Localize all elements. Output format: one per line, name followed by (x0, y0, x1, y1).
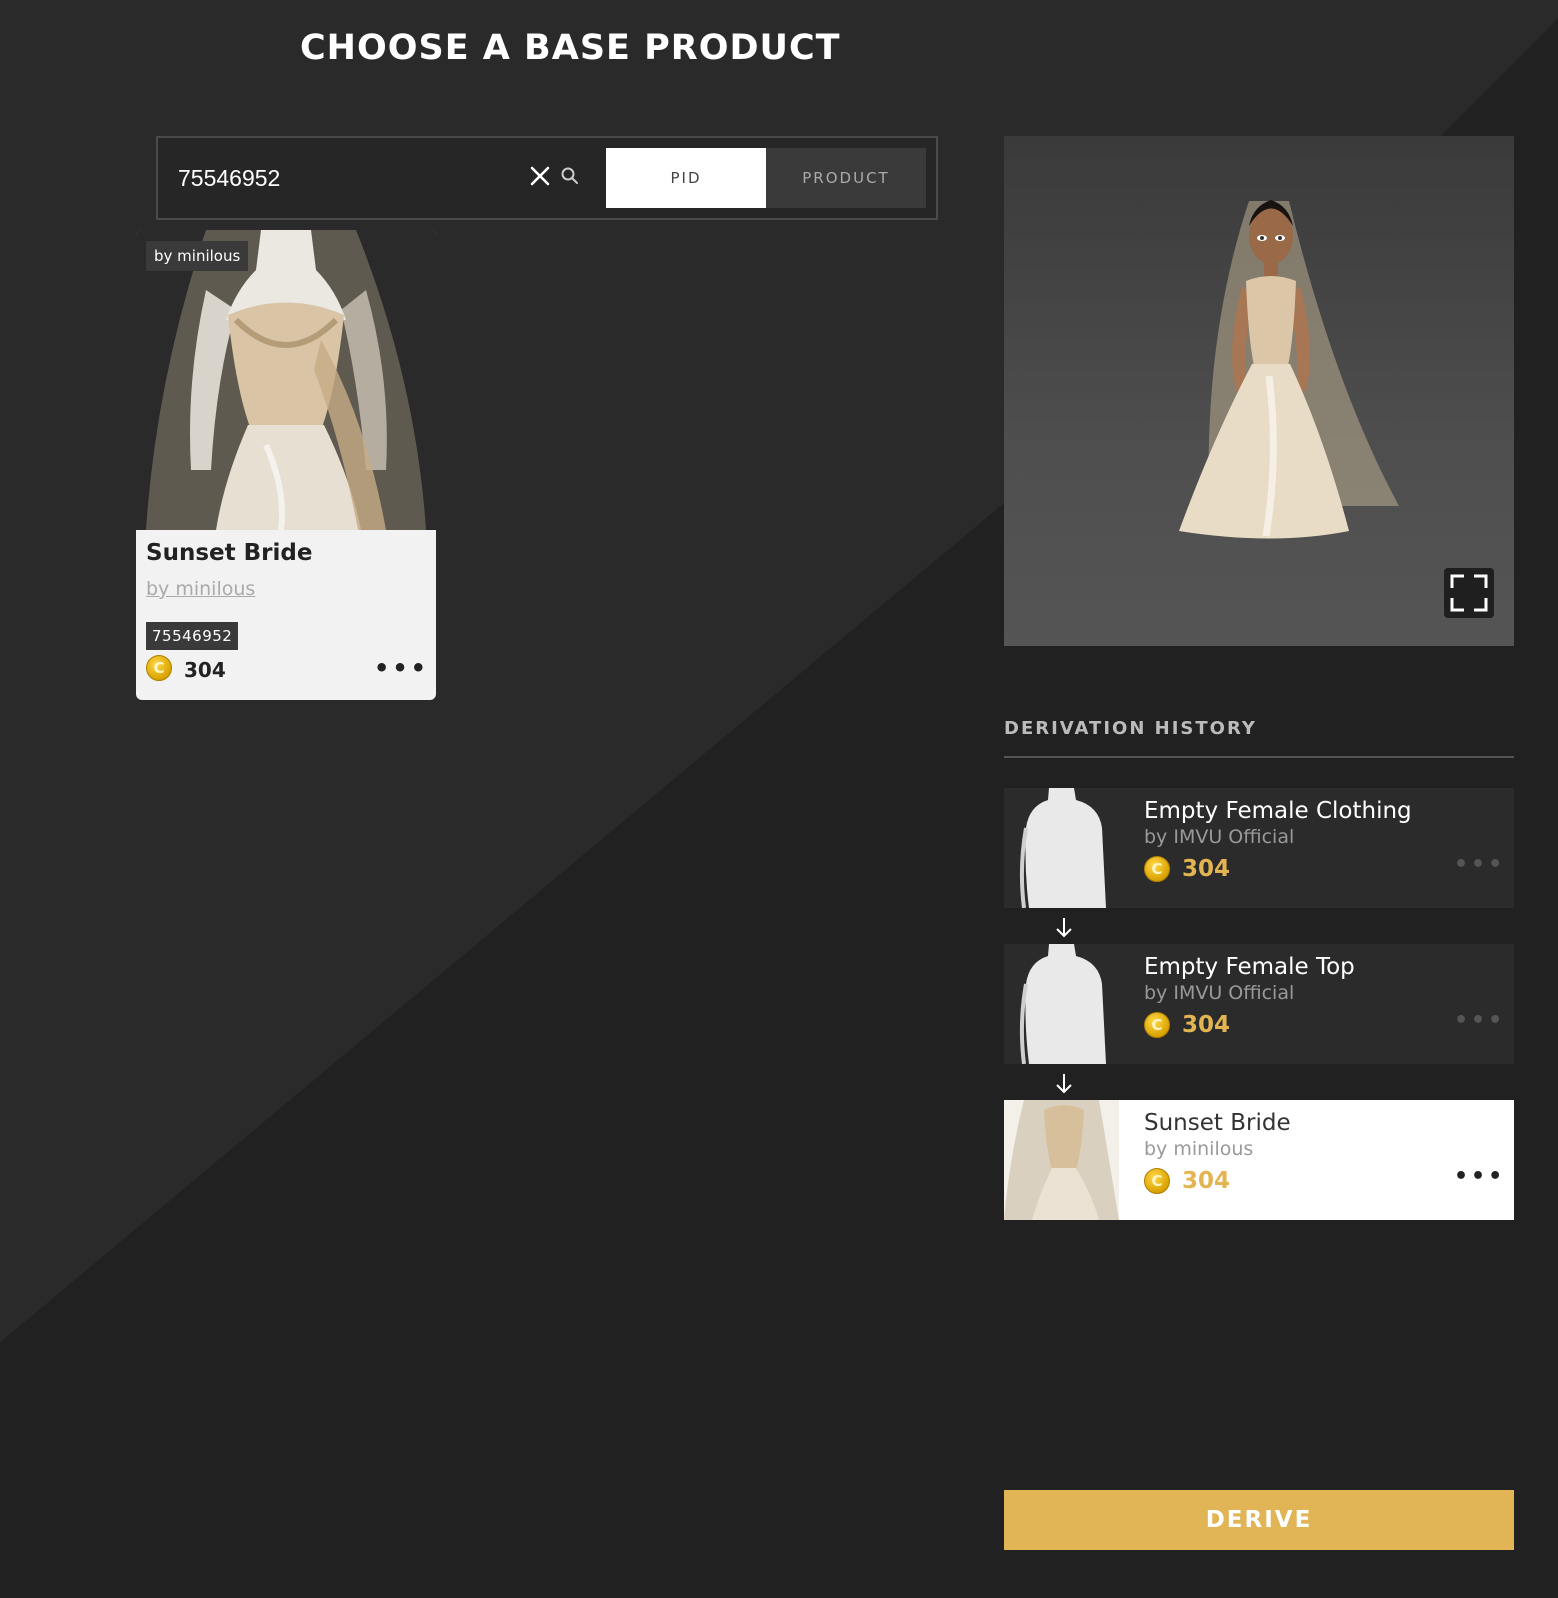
history-item-price: 304 (1182, 856, 1231, 882)
avatar-figure (1179, 200, 1399, 539)
product-pid-badge: 75546952 (146, 622, 239, 650)
credits-coin-icon: C (1144, 856, 1170, 882)
history-item-name: Empty Female Clothing (1144, 798, 1412, 824)
tab-pid[interactable]: PID (606, 148, 766, 208)
more-options-button[interactable]: ••• (1454, 852, 1505, 877)
history-item-author: by minilous (1144, 1138, 1254, 1160)
product-card[interactable]: by minilous Sunset Bride by minilous 755… (136, 230, 436, 700)
search-icon[interactable] (560, 166, 580, 186)
history-item-selected[interactable]: Sunset Bride by minilous C 304 ••• (1004, 1100, 1514, 1220)
more-options-button[interactable]: ••• (1454, 1164, 1505, 1189)
product-author-link[interactable]: by minilous (146, 578, 255, 600)
history-item-thumbnail (1004, 1100, 1119, 1220)
history-item-thumbnail (1004, 788, 1119, 908)
divider (1004, 756, 1514, 758)
history-item-price: 304 (1182, 1168, 1231, 1194)
more-options-button[interactable]: ••• (374, 654, 429, 682)
credits-coin-icon: C (146, 655, 172, 681)
history-item-name: Empty Female Top (1144, 954, 1355, 980)
credits-coin-icon: C (1144, 1012, 1170, 1038)
history-item-thumbnail (1004, 944, 1119, 1064)
more-options-button[interactable]: ••• (1454, 1008, 1505, 1033)
tab-product[interactable]: PRODUCT (766, 148, 926, 208)
product-thumbnail (136, 230, 436, 530)
history-item-author: by IMVU Official (1144, 982, 1295, 1004)
arrow-down-icon (1056, 918, 1072, 938)
arrow-down-icon (1056, 1074, 1072, 1094)
history-item[interactable]: Empty Female Clothing by IMVU Official C… (1004, 788, 1514, 908)
search-input[interactable] (178, 158, 518, 198)
history-item-price: 304 (1182, 1012, 1231, 1038)
derivation-history-title: DERIVATION HISTORY (1004, 718, 1257, 739)
author-badge: by minilous (146, 241, 249, 271)
page-title: CHOOSE A BASE PRODUCT (300, 28, 841, 68)
credits-coin-icon: C (1144, 1168, 1170, 1194)
product-name: Sunset Bride (146, 540, 313, 566)
fullscreen-icon[interactable] (1444, 568, 1494, 618)
history-item-name: Sunset Bride (1144, 1110, 1291, 1136)
history-item[interactable]: Empty Female Top by IMVU Official C 304 … (1004, 944, 1514, 1064)
avatar-preview[interactable] (1004, 136, 1514, 646)
derive-button[interactable]: DERIVE (1004, 1490, 1514, 1550)
product-price: 304 (184, 658, 226, 682)
search-bar: PID PRODUCT (156, 136, 938, 220)
history-item-author: by IMVU Official (1144, 826, 1295, 848)
close-icon[interactable] (528, 164, 552, 188)
